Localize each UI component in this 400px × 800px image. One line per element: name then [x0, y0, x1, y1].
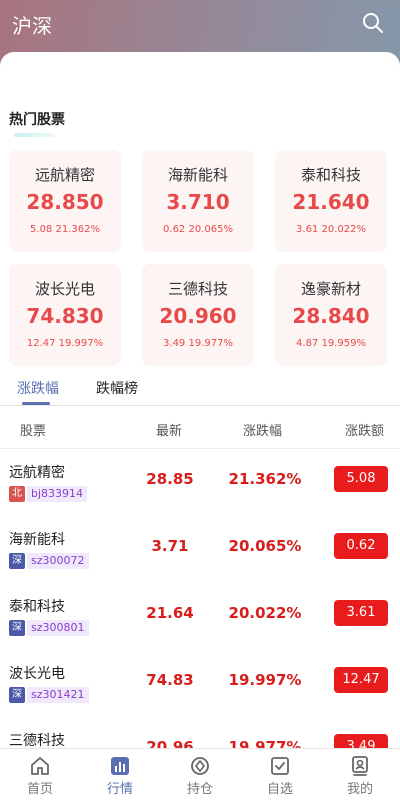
hot-stock-price: 20.960	[159, 304, 237, 328]
stock-table: 远航精密 北 bj833914 28.85 21.362% 5.08 海新能科 …	[0, 450, 400, 750]
table-row[interactable]: 三德科技 20.96 19.977% 3.49	[0, 718, 400, 750]
active-tab-indicator	[22, 402, 50, 405]
last-price: 74.83	[146, 671, 194, 689]
hot-stock-card[interactable]: 海新能科 3.710 0.62 20.065%	[142, 150, 254, 252]
hot-stock-name: 逸豪新材	[300, 280, 361, 298]
home-icon	[31, 757, 49, 775]
change-amt-badge: 12.47	[334, 667, 388, 693]
market-badge: 深	[9, 553, 25, 569]
bottom-nav: 首页 行情 持仓 自选 我的	[0, 748, 400, 800]
header-change-pct[interactable]: 涨跌幅	[243, 420, 282, 439]
nav-label: 行情	[106, 782, 133, 797]
hot-stock-card[interactable]: 三德科技 20.960 3.49 19.977%	[142, 264, 254, 366]
tab-losers[interactable]: 跌幅榜	[96, 378, 138, 398]
header-change-amt[interactable]: 涨跌额	[345, 420, 384, 439]
hot-stock-price: 74.830	[26, 304, 104, 328]
nav-label: 持仓	[186, 782, 213, 797]
hot-stock-change: 12.47 19.997%	[26, 338, 104, 349]
header-last[interactable]: 最新	[156, 420, 182, 439]
market-badge: 深	[9, 687, 25, 703]
hot-stock-card[interactable]: 波长光电 74.830 12.47 19.997%	[9, 264, 121, 366]
nav-label: 我的	[346, 782, 373, 797]
hot-stock-card[interactable]: 逸豪新材 28.840 4.87 19.959%	[275, 264, 387, 366]
tab-gainers[interactable]: 涨跌幅	[17, 378, 59, 398]
content-card: 热门股票 远航精密 28.850 5.08 21.362% 海新能科 3.710…	[0, 52, 400, 800]
change-pct: 19.997%	[228, 671, 302, 689]
app-header: 沪深	[0, 0, 400, 52]
change-amt-badge: 5.08	[334, 466, 388, 492]
change-amt-badge: 0.62	[334, 533, 388, 559]
stock-name: 海新能科	[9, 532, 65, 548]
search-icon[interactable]	[362, 12, 384, 34]
table-row[interactable]: 泰和科技 深 sz300801 21.64 20.022% 3.61	[0, 584, 400, 651]
stock-name: 泰和科技	[9, 599, 65, 615]
last-price: 21.64	[146, 604, 194, 622]
stock-name: 波长光电	[9, 666, 65, 682]
table-row[interactable]: 波长光电 深 sz301421 74.83 19.997% 12.47	[0, 651, 400, 718]
title-underline	[14, 133, 54, 137]
stock-name: 三德科技	[9, 733, 65, 749]
hot-stock-price: 3.710	[166, 190, 230, 214]
position-icon	[191, 757, 209, 775]
hot-stock-price: 21.640	[292, 190, 370, 214]
market-badge: 深	[9, 620, 25, 636]
profile-icon	[352, 756, 368, 776]
table-row[interactable]: 海新能科 深 sz300072 3.71 20.065% 0.62	[0, 517, 400, 584]
hot-stock-price: 28.840	[292, 304, 370, 328]
watchlist-icon	[271, 757, 289, 775]
hot-stock-card[interactable]: 泰和科技 21.640 3.61 20.022%	[275, 150, 387, 252]
hot-stock-change: 3.61 20.022%	[296, 224, 366, 235]
nav-market[interactable]: 行情	[80, 749, 160, 800]
page-title: 沪深	[12, 14, 52, 38]
stock-code: sz300801	[27, 620, 89, 636]
stock-code: bj833914	[27, 486, 88, 502]
hot-stock-name: 海新能科	[167, 166, 228, 184]
hot-stock-change: 4.87 19.959%	[296, 338, 366, 349]
hot-stock-name: 波长光电	[34, 280, 95, 298]
nav-label: 首页	[26, 782, 53, 797]
header-stock: 股票	[20, 424, 47, 439]
change-pct: 20.022%	[228, 604, 302, 622]
last-price: 28.85	[146, 470, 194, 488]
stock-code: sz301421	[27, 687, 89, 703]
market-badge: 北	[9, 486, 25, 502]
hot-stock-name: 泰和科技	[300, 166, 361, 184]
stock-code: sz300072	[27, 553, 89, 569]
nav-watchlist[interactable]: 自选	[240, 749, 320, 800]
table-header: 股票 最新 涨跌幅 涨跌额	[0, 407, 400, 449]
hot-stock-name: 三德科技	[167, 280, 228, 298]
nav-profile[interactable]: 我的	[320, 749, 400, 800]
change-pct: 21.362%	[228, 470, 302, 488]
hot-stock-change: 5.08 21.362%	[30, 224, 100, 235]
hot-stock-change: 3.49 19.977%	[163, 338, 233, 349]
hot-stock-name: 远航精密	[34, 166, 95, 184]
hot-stock-price: 28.850	[26, 190, 104, 214]
table-row[interactable]: 远航精密 北 bj833914 28.85 21.362% 5.08	[0, 450, 400, 517]
hot-stock-change: 0.62 20.065%	[163, 224, 233, 235]
hot-stock-card[interactable]: 远航精密 28.850 5.08 21.362%	[9, 150, 121, 252]
stock-name: 远航精密	[9, 465, 65, 481]
change-amt-badge: 3.61	[334, 600, 388, 626]
nav-home[interactable]: 首页	[0, 749, 80, 800]
ranking-tabs: 涨跌幅 跌幅榜	[0, 372, 400, 406]
last-price: 3.71	[151, 537, 189, 555]
nav-label: 自选	[266, 782, 293, 797]
hot-stocks-title: 热门股票	[9, 112, 65, 128]
nav-position[interactable]: 持仓	[160, 749, 240, 800]
chart-icon	[111, 757, 129, 775]
change-pct: 20.065%	[228, 537, 302, 555]
